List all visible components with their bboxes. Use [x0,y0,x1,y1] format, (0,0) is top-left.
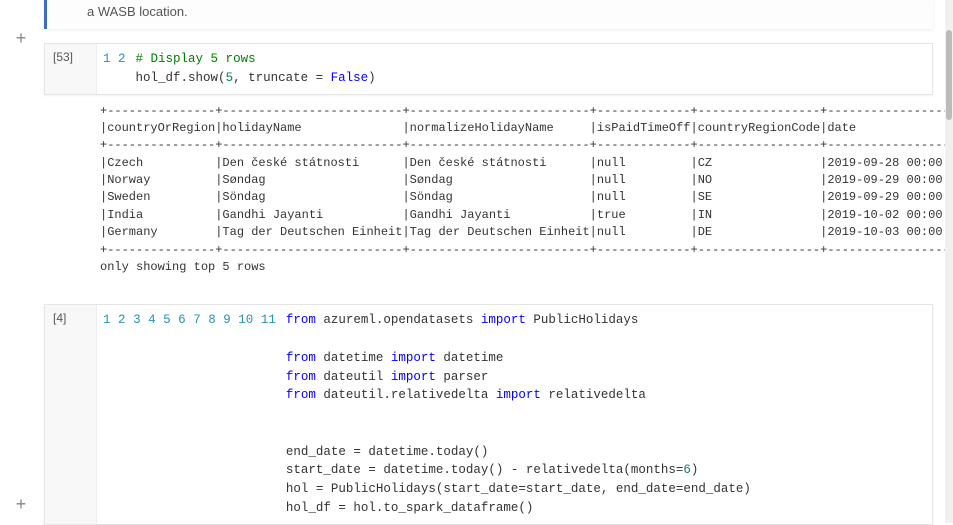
scrollbar-thumb[interactable] [946,30,952,120]
add-cell-button[interactable]: + [12,30,30,48]
plus-icon: + [16,28,27,48]
info-banner-text: a WASB location. [87,4,188,19]
execution-count: [53] [45,44,97,94]
line-gutter: 1 2 3 4 5 6 7 8 9 10 11 [97,311,286,517]
plus-icon: + [16,494,27,514]
code-editor[interactable]: 1 2 # Display 5 rows hol_df.show(5, trun… [97,44,932,94]
info-banner: a WASB location. [44,0,933,29]
execution-count: [4] [45,305,97,523]
code-editor[interactable]: 1 2 3 4 5 6 7 8 9 10 11 from azureml.ope… [97,305,932,523]
code-content[interactable]: # Display 5 rows hol_df.show(5, truncate… [136,50,932,88]
code-content[interactable]: from azureml.opendatasets import PublicH… [286,311,932,517]
line-gutter: 1 2 [97,50,136,88]
code-cell[interactable]: [53] 1 2 # Display 5 rows hol_df.show(5,… [44,43,933,95]
add-cell-button[interactable]: + [12,496,30,514]
cell-output: +---------------+-----------------------… [44,103,933,277]
vertical-scrollbar[interactable] [945,0,953,523]
code-cell[interactable]: [4] 1 2 3 4 5 6 7 8 9 10 11 from azureml… [44,304,933,524]
